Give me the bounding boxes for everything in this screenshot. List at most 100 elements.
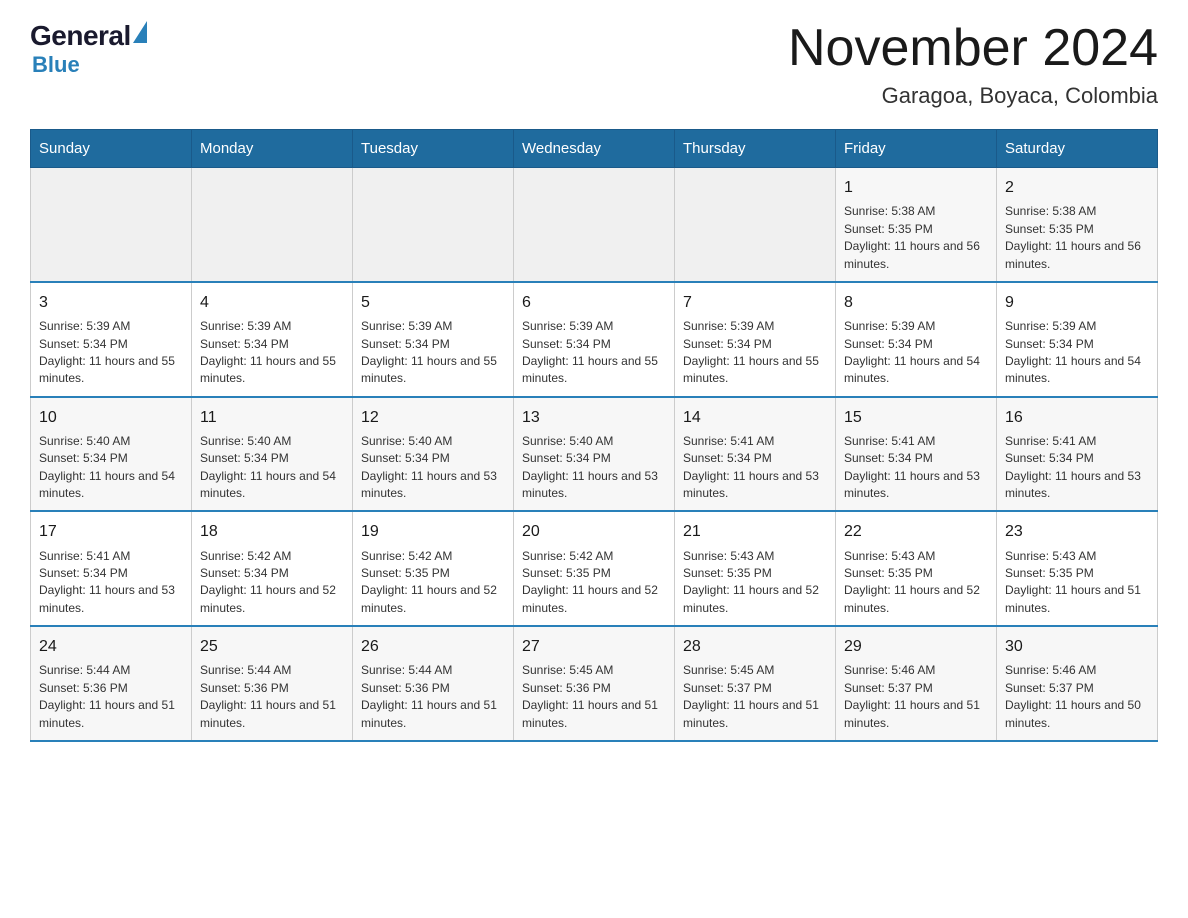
day-info: Sunrise: 5:45 AM Sunset: 5:37 PM Dayligh…: [683, 662, 827, 732]
location-title: Garagoa, Boyaca, Colombia: [788, 83, 1158, 109]
day-number: 15: [844, 406, 988, 429]
day-number: 16: [1005, 406, 1149, 429]
day-number: 25: [200, 635, 344, 658]
calendar-cell: 8Sunrise: 5:39 AM Sunset: 5:34 PM Daylig…: [836, 282, 997, 397]
day-info: Sunrise: 5:39 AM Sunset: 5:34 PM Dayligh…: [522, 318, 666, 388]
day-number: 1: [844, 176, 988, 199]
day-info: Sunrise: 5:39 AM Sunset: 5:34 PM Dayligh…: [200, 318, 344, 388]
day-info: Sunrise: 5:41 AM Sunset: 5:34 PM Dayligh…: [1005, 433, 1149, 503]
day-number: 30: [1005, 635, 1149, 658]
calendar-cell: 12 Sunrise: 5:40 AM Sunset: 5:34 PM Dayli…: [353, 397, 514, 512]
calendar-cell: 16 Sunrise: 5:41 AM Sunset: 5:34 PM Dayli…: [997, 397, 1158, 512]
day-number: 8: [844, 291, 988, 314]
day-number: 14: [683, 406, 827, 429]
day-info: Sunrise: 5:43 AM Sunset: 5:35 PM Dayligh…: [1005, 548, 1149, 618]
calendar-cell: 9 Sunrise: 5:39 AM Sunset: 5:34 PM Daylig…: [997, 282, 1158, 397]
day-info: Sunrise: 5:40 AM Sunset: 5:34 PM Dayligh…: [361, 433, 505, 503]
calendar-cell: 27 Sunrise: 5:45 AM Sunset: 5:36 PM Dayli…: [514, 626, 675, 741]
day-info: Sunrise: 5:42 AM Sunset: 5:34 PM Dayligh…: [200, 548, 344, 618]
calendar-cell: 6Sunrise: 5:39 AM Sunset: 5:34 PM Daylig…: [514, 282, 675, 397]
calendar-table: SundayMondayTuesdayWednesdayThursdayFrid…: [30, 129, 1158, 742]
calendar-week-row: 24 Sunrise: 5:44 AM Sunset: 5:36 PM Dayli…: [31, 626, 1158, 741]
day-number: 29: [844, 635, 988, 658]
column-header-tuesday: Tuesday: [353, 130, 514, 168]
calendar-cell: [675, 168, 836, 282]
calendar-cell: 3Sunrise: 5:39 AM Sunset: 5:34 PM Daylig…: [31, 282, 192, 397]
column-header-monday: Monday: [192, 130, 353, 168]
calendar-header-row: SundayMondayTuesdayWednesdayThursdayFrid…: [31, 130, 1158, 168]
calendar-cell: 1 Sunrise: 5:38 AM Sunset: 5:35 PM Daylig…: [836, 168, 997, 282]
calendar-cell: 5Sunrise: 5:39 AM Sunset: 5:34 PM Daylig…: [353, 282, 514, 397]
day-info: Sunrise: 5:46 AM Sunset: 5:37 PM Dayligh…: [844, 662, 988, 732]
calendar-week-row: 17 Sunrise: 5:41 AM Sunset: 5:34 PM Dayli…: [31, 511, 1158, 626]
day-number: 21: [683, 520, 827, 543]
day-number: 9: [1005, 291, 1149, 314]
title-block: November 2024 Garagoa, Boyaca, Colombia: [788, 20, 1158, 109]
calendar-cell: 18 Sunrise: 5:42 AM Sunset: 5:34 PM Dayli…: [192, 511, 353, 626]
column-header-saturday: Saturday: [997, 130, 1158, 168]
calendar-cell: 21Sunrise: 5:43 AM Sunset: 5:35 PM Dayli…: [675, 511, 836, 626]
calendar-cell: [192, 168, 353, 282]
column-header-sunday: Sunday: [31, 130, 192, 168]
day-info: Sunrise: 5:41 AM Sunset: 5:34 PM Dayligh…: [683, 433, 827, 503]
calendar-cell: 23 Sunrise: 5:43 AM Sunset: 5:35 PM Dayli…: [997, 511, 1158, 626]
calendar-cell: 11 Sunrise: 5:40 AM Sunset: 5:34 PM Dayli…: [192, 397, 353, 512]
calendar-cell: 28 Sunrise: 5:45 AM Sunset: 5:37 PM Dayli…: [675, 626, 836, 741]
day-number: 28: [683, 635, 827, 658]
logo-triangle-icon: [133, 21, 147, 43]
calendar-cell: 15 Sunrise: 5:41 AM Sunset: 5:34 PM Dayli…: [836, 397, 997, 512]
day-info: Sunrise: 5:39 AM Sunset: 5:34 PM Dayligh…: [1005, 318, 1149, 388]
day-number: 5: [361, 291, 505, 314]
calendar-week-row: 3Sunrise: 5:39 AM Sunset: 5:34 PM Daylig…: [31, 282, 1158, 397]
day-info: Sunrise: 5:41 AM Sunset: 5:34 PM Dayligh…: [39, 548, 183, 618]
calendar-cell: 4 Sunrise: 5:39 AM Sunset: 5:34 PM Daylig…: [192, 282, 353, 397]
column-header-thursday: Thursday: [675, 130, 836, 168]
day-number: 7: [683, 291, 827, 314]
day-number: 27: [522, 635, 666, 658]
day-info: Sunrise: 5:38 AM Sunset: 5:35 PM Dayligh…: [844, 203, 988, 273]
calendar-cell: 14 Sunrise: 5:41 AM Sunset: 5:34 PM Dayli…: [675, 397, 836, 512]
day-info: Sunrise: 5:45 AM Sunset: 5:36 PM Dayligh…: [522, 662, 666, 732]
day-info: Sunrise: 5:44 AM Sunset: 5:36 PM Dayligh…: [361, 662, 505, 732]
day-info: Sunrise: 5:46 AM Sunset: 5:37 PM Dayligh…: [1005, 662, 1149, 732]
day-number: 19: [361, 520, 505, 543]
calendar-cell: 20 Sunrise: 5:42 AM Sunset: 5:35 PM Dayli…: [514, 511, 675, 626]
day-info: Sunrise: 5:40 AM Sunset: 5:34 PM Dayligh…: [200, 433, 344, 503]
day-number: 22: [844, 520, 988, 543]
day-number: 24: [39, 635, 183, 658]
calendar-cell: [514, 168, 675, 282]
logo-general-text: General: [30, 20, 131, 52]
calendar-cell: [353, 168, 514, 282]
day-number: 23: [1005, 520, 1149, 543]
day-number: 20: [522, 520, 666, 543]
day-info: Sunrise: 5:40 AM Sunset: 5:34 PM Dayligh…: [522, 433, 666, 503]
day-info: Sunrise: 5:42 AM Sunset: 5:35 PM Dayligh…: [522, 548, 666, 618]
calendar-cell: 25Sunrise: 5:44 AM Sunset: 5:36 PM Dayli…: [192, 626, 353, 741]
calendar-cell: 26 Sunrise: 5:44 AM Sunset: 5:36 PM Dayli…: [353, 626, 514, 741]
day-number: 17: [39, 520, 183, 543]
day-number: 4: [200, 291, 344, 314]
day-number: 12: [361, 406, 505, 429]
day-info: Sunrise: 5:42 AM Sunset: 5:35 PM Dayligh…: [361, 548, 505, 618]
day-number: 10: [39, 406, 183, 429]
day-info: Sunrise: 5:39 AM Sunset: 5:34 PM Dayligh…: [39, 318, 183, 388]
day-number: 18: [200, 520, 344, 543]
calendar-cell: 13 Sunrise: 5:40 AM Sunset: 5:34 PM Dayli…: [514, 397, 675, 512]
day-info: Sunrise: 5:38 AM Sunset: 5:35 PM Dayligh…: [1005, 203, 1149, 273]
calendar-week-row: 1 Sunrise: 5:38 AM Sunset: 5:35 PM Daylig…: [31, 168, 1158, 282]
logo-blue-text: Blue: [32, 52, 80, 77]
day-number: 13: [522, 406, 666, 429]
calendar-cell: 19 Sunrise: 5:42 AM Sunset: 5:35 PM Dayli…: [353, 511, 514, 626]
calendar-cell: 10 Sunrise: 5:40 AM Sunset: 5:34 PM Dayli…: [31, 397, 192, 512]
day-info: Sunrise: 5:41 AM Sunset: 5:34 PM Dayligh…: [844, 433, 988, 503]
month-title: November 2024: [788, 20, 1158, 77]
day-number: 2: [1005, 176, 1149, 199]
calendar-cell: 7Sunrise: 5:39 AM Sunset: 5:34 PM Daylig…: [675, 282, 836, 397]
day-number: 26: [361, 635, 505, 658]
calendar-cell: [31, 168, 192, 282]
calendar-week-row: 10 Sunrise: 5:40 AM Sunset: 5:34 PM Dayli…: [31, 397, 1158, 512]
calendar-cell: 17 Sunrise: 5:41 AM Sunset: 5:34 PM Dayli…: [31, 511, 192, 626]
day-number: 11: [200, 406, 344, 429]
day-info: Sunrise: 5:40 AM Sunset: 5:34 PM Dayligh…: [39, 433, 183, 503]
day-info: Sunrise: 5:43 AM Sunset: 5:35 PM Dayligh…: [844, 548, 988, 618]
